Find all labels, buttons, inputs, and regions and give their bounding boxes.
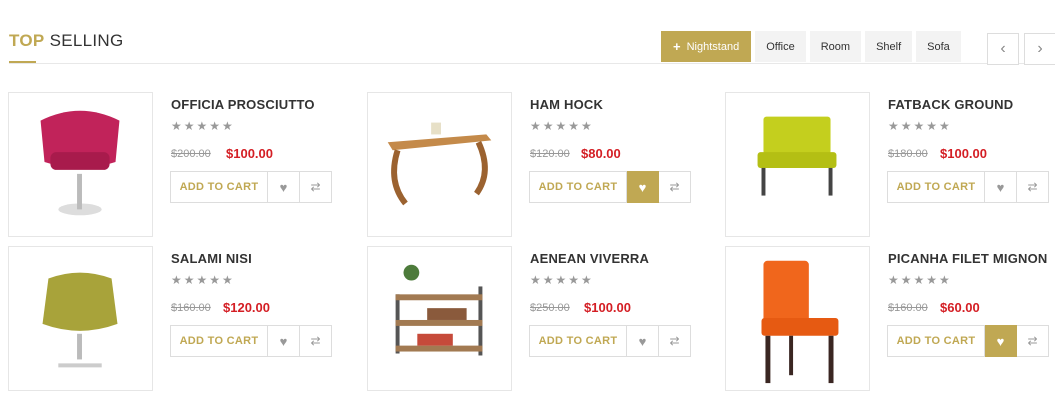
product-image[interactable]	[725, 92, 870, 237]
rating-stars: ★★★★★	[171, 119, 235, 133]
product-title[interactable]: SALAMI NISI	[171, 251, 252, 266]
product-card: AENEAN VIVERRA ★★★★★ $250.00 $100.00 ADD…	[367, 246, 707, 391]
old-price: $180.00	[888, 148, 928, 160]
product-title[interactable]: FATBACK GROUND	[888, 97, 1013, 112]
product-title[interactable]: OFFICIA PROSCIUTTO	[171, 97, 315, 112]
rating-stars: ★★★★★	[530, 273, 594, 287]
compare-icon: ⇄	[1027, 334, 1038, 348]
section-title-rest: SELLING	[49, 31, 124, 50]
compare-icon: ⇄	[310, 334, 321, 348]
product-actions: ADD TO CART ♥ ⇄	[887, 325, 1049, 357]
product-actions: ADD TO CART ♥ ⇄	[170, 325, 332, 357]
product-card: FATBACK GROUND ★★★★★ $180.00 $100.00 ADD…	[725, 92, 1055, 237]
wishlist-button[interactable]: ♥	[268, 171, 300, 203]
product-title[interactable]: HAM HOCK	[530, 97, 603, 112]
green-swan-chair-image	[42, 272, 118, 368]
wishlist-button[interactable]: ♥	[627, 171, 659, 203]
old-price: $250.00	[530, 302, 570, 314]
carousel-next-button[interactable]: ›	[1024, 33, 1055, 65]
add-to-cart-button[interactable]: ADD TO CART	[887, 325, 985, 357]
rating-stars: ★★★★★	[171, 273, 235, 287]
heart-icon: ♥	[638, 333, 647, 349]
section-title: TOP SELLING	[9, 31, 124, 51]
compare-icon: ⇄	[669, 180, 680, 194]
tab-label: Room	[820, 40, 851, 53]
old-price: $120.00	[530, 148, 570, 160]
heart-icon: ♥	[638, 179, 647, 195]
product-card: OFFICIA PROSCIUTTO ★★★★★ $200.00 $100.00…	[8, 92, 348, 237]
price: $80.00	[581, 146, 621, 161]
compare-button[interactable]: ⇄	[659, 171, 691, 203]
wishlist-button[interactable]: ♥	[985, 171, 1017, 203]
product-title[interactable]: PICANHA FILET MIGNON	[888, 251, 1048, 266]
tab-room[interactable]: Room	[809, 31, 862, 62]
product-actions: ADD TO CART ♥ ⇄	[887, 171, 1049, 203]
rating-stars: ★★★★★	[888, 119, 952, 133]
tab-sofa[interactable]: Sofa	[916, 31, 961, 62]
tab-label: Office	[766, 40, 795, 53]
compare-icon: ⇄	[1027, 180, 1038, 194]
heart-icon: ♥	[996, 333, 1005, 349]
orange-dining-chair-image	[761, 260, 839, 384]
old-price: $160.00	[171, 302, 211, 314]
product-image[interactable]	[8, 92, 153, 237]
product-image[interactable]	[367, 246, 512, 391]
product-image[interactable]	[725, 246, 870, 391]
product-card: SALAMI NISI ★★★★★ $160.00 $120.00 ADD TO…	[8, 246, 348, 391]
category-tabs: + Nightstand Office Room Shelf Sofa	[661, 31, 961, 62]
price: $60.00	[940, 300, 980, 315]
price: $100.00	[584, 300, 631, 315]
price: $100.00	[226, 146, 273, 161]
heart-icon: ♥	[996, 179, 1005, 195]
compare-button[interactable]: ⇄	[300, 171, 332, 203]
tab-nightstand[interactable]: + Nightstand	[661, 31, 752, 62]
product-image[interactable]	[8, 246, 153, 391]
rating-stars: ★★★★★	[530, 119, 594, 133]
wishlist-button[interactable]: ♥	[268, 325, 300, 357]
add-to-cart-button[interactable]: ADD TO CART	[170, 325, 268, 357]
compare-button[interactable]: ⇄	[1017, 171, 1049, 203]
pink-tub-chair-image	[40, 110, 120, 216]
product-image[interactable]	[367, 92, 512, 237]
add-to-cart-button[interactable]: ADD TO CART	[170, 171, 268, 203]
price: $100.00	[940, 146, 987, 161]
chevron-right-icon: ›	[1037, 40, 1043, 57]
book-shelf-image	[395, 264, 483, 356]
heart-icon: ♥	[279, 333, 288, 349]
product-card: PICANHA FILET MIGNON ★★★★★ $160.00 $60.0…	[725, 246, 1055, 391]
product-title[interactable]: AENEAN VIVERRA	[530, 251, 649, 266]
tab-label: Sofa	[927, 40, 950, 53]
product-card: HAM HOCK ★★★★★ $120.00 $80.00 ADD TO CAR…	[367, 92, 707, 237]
lime-chair-image	[757, 116, 837, 196]
wishlist-button[interactable]: ♥	[627, 325, 659, 357]
old-price: $200.00	[171, 148, 211, 160]
tab-office[interactable]: Office	[755, 31, 806, 62]
product-actions: ADD TO CART ♥ ⇄	[170, 171, 332, 203]
add-to-cart-button[interactable]: ADD TO CART	[529, 171, 627, 203]
tab-label: Nightstand	[686, 40, 740, 53]
product-actions: ADD TO CART ♥ ⇄	[529, 325, 691, 357]
compare-button[interactable]: ⇄	[659, 325, 691, 357]
wood-side-table-image	[387, 122, 492, 206]
compare-icon: ⇄	[310, 180, 321, 194]
add-to-cart-button[interactable]: ADD TO CART	[529, 325, 627, 357]
heart-icon: ♥	[279, 179, 288, 195]
product-actions: ADD TO CART ♥ ⇄	[529, 171, 691, 203]
rating-stars: ★★★★★	[888, 273, 952, 287]
chevron-left-icon: ‹	[1000, 40, 1006, 57]
compare-button[interactable]: ⇄	[300, 325, 332, 357]
tab-label: Shelf	[876, 40, 902, 53]
compare-icon: ⇄	[669, 334, 680, 348]
tab-shelf[interactable]: Shelf	[865, 31, 913, 62]
add-to-cart-button[interactable]: ADD TO CART	[887, 171, 985, 203]
carousel-prev-button[interactable]: ‹	[987, 33, 1019, 65]
header-divider	[9, 63, 1055, 64]
plus-icon: +	[673, 39, 681, 54]
section-title-accent: TOP	[9, 31, 45, 50]
wishlist-button[interactable]: ♥	[985, 325, 1017, 357]
price: $120.00	[223, 300, 270, 315]
compare-button[interactable]: ⇄	[1017, 325, 1049, 357]
old-price: $160.00	[888, 302, 928, 314]
